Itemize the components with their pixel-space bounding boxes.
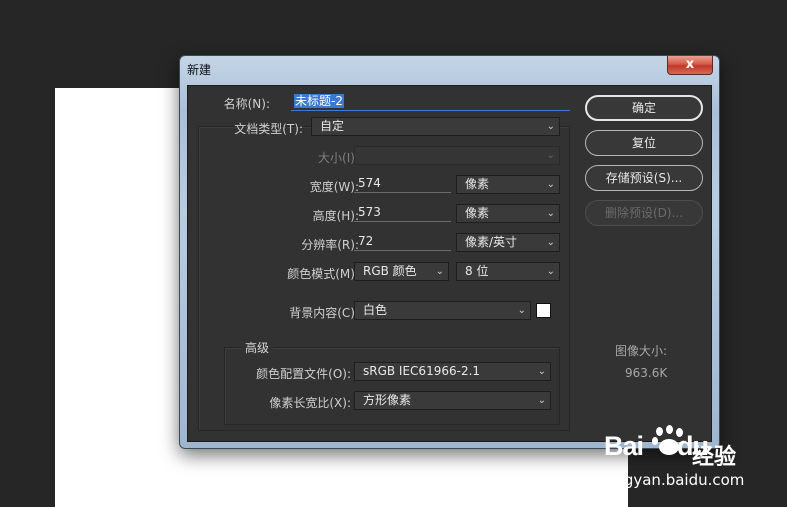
width-input[interactable]: 574	[354, 175, 451, 193]
advanced-title[interactable]: 高级	[241, 339, 274, 356]
pixel-aspect-value: 方形像素	[363, 393, 412, 407]
height-unit-select[interactable]: 像素 ⌄	[456, 204, 560, 223]
resolution-unit-value: 像素/英寸	[465, 235, 518, 249]
chevron-down-icon: ⌄	[546, 179, 555, 190]
bit-depth-value: 8 位	[465, 264, 489, 278]
color-mode-value: RGB 颜色	[363, 264, 417, 278]
close-icon: x	[685, 57, 695, 72]
chevron-down-icon: ⌄	[546, 237, 555, 248]
chevron-down-icon: ⌄	[546, 121, 555, 132]
close-button[interactable]: x	[667, 56, 713, 75]
preset-value: 自定	[320, 119, 345, 133]
chevron-down-icon: ⌄	[546, 208, 555, 219]
background-value: 白色	[363, 303, 388, 317]
image-size-label: 图像大小:	[615, 344, 668, 358]
width-unit-select[interactable]: 像素 ⌄	[456, 175, 560, 194]
size-select[interactable]: ⌄	[354, 146, 560, 165]
ok-button[interactable]: 确定	[585, 95, 703, 121]
dialog-titlebar[interactable]: 新建 x	[180, 56, 719, 80]
name-value: 未标题-2	[294, 94, 344, 108]
chevron-down-icon: ⌄	[546, 150, 555, 161]
name-input[interactable]: 未标题-2	[291, 93, 570, 111]
delete-preset-button[interactable]: 删除预设(D)...	[585, 200, 703, 226]
chevron-down-icon: ⌄	[435, 266, 444, 277]
name-label: 名称(N):	[223, 97, 270, 111]
pixel-aspect-label: 像素长宽比(X):	[269, 396, 351, 410]
baidu-jingyan-watermark: Bai du 经验 jingyan.baidu.com	[604, 425, 774, 495]
chevron-down-icon: ⌄	[537, 395, 546, 406]
dialog-body: 名称(N): 未标题-2 文档类型(T): 自定 ⌄ 大小(I): ⌄ 宽度(W…	[187, 85, 712, 442]
width-label: 宽度(W):	[309, 180, 359, 194]
color-profile-select[interactable]: sRGB IEC61966-2.1 ⌄	[354, 362, 551, 381]
preset-select[interactable]: 自定 ⌄	[311, 117, 560, 136]
resolution-input[interactable]: 72	[354, 233, 451, 251]
pixel-aspect-select[interactable]: 方形像素 ⌄	[354, 391, 551, 410]
height-input[interactable]: 573	[354, 204, 451, 222]
height-unit-value: 像素	[465, 206, 490, 220]
chevron-down-icon: ⌄	[546, 266, 555, 277]
reset-button[interactable]: 复位	[585, 130, 703, 156]
save-preset-button[interactable]: 存储预设(S)...	[585, 165, 703, 191]
width-unit-value: 像素	[465, 177, 490, 191]
dialog-title: 新建	[187, 63, 212, 77]
bit-depth-select[interactable]: 8 位 ⌄	[456, 262, 560, 281]
resolution-label: 分辨率(R):	[301, 238, 359, 252]
advanced-group	[224, 347, 560, 425]
watermark-text: 经验	[692, 445, 737, 470]
color-mode-label: 颜色模式(M):	[287, 267, 359, 281]
chevron-down-icon: ⌄	[517, 305, 526, 316]
background-label: 背景内容(C):	[289, 306, 359, 320]
paw-icon	[650, 425, 688, 461]
background-select[interactable]: 白色 ⌄	[354, 301, 531, 320]
chevron-down-icon: ⌄	[537, 366, 546, 377]
color-profile-label: 颜色配置文件(O):	[256, 367, 351, 381]
image-size-value: 963.6K	[625, 366, 668, 380]
background-color-swatch[interactable]	[536, 303, 551, 318]
height-label: 高度(H):	[312, 209, 359, 223]
color-profile-value: sRGB IEC61966-2.1	[363, 364, 481, 378]
watermark-url: jingyan.baidu.com	[606, 471, 745, 489]
size-label: 大小(I):	[318, 151, 359, 165]
color-mode-select[interactable]: RGB 颜色 ⌄	[354, 262, 449, 281]
new-document-dialog: 新建 x 名称(N): 未标题-2 文档类型(T): 自定 ⌄ 大小(I): ⌄…	[179, 55, 720, 449]
preset-label: 文档类型(T):	[234, 122, 303, 136]
resolution-unit-select[interactable]: 像素/英寸 ⌄	[456, 233, 560, 252]
